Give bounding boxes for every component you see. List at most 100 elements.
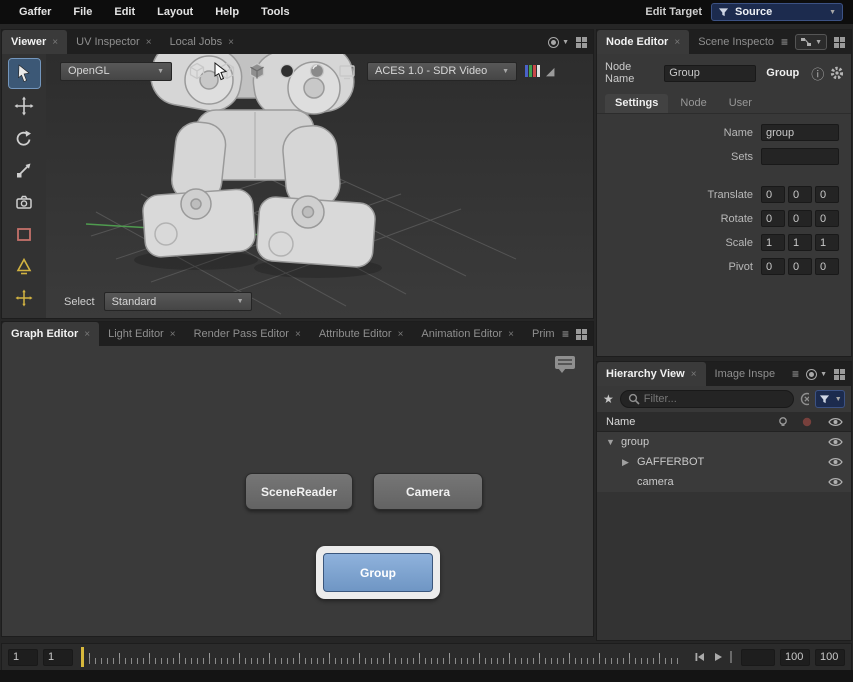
menu-edit[interactable]: Edit bbox=[103, 6, 146, 18]
translate-x-input[interactable] bbox=[761, 186, 785, 203]
hierarchy-row-camera[interactable]: camera bbox=[597, 472, 851, 492]
light-tool-button[interactable] bbox=[9, 251, 40, 280]
current-frame-input[interactable] bbox=[8, 649, 38, 666]
tab-image-inspector[interactable]: Image Inspe bbox=[706, 362, 785, 386]
translate-z-input[interactable] bbox=[815, 186, 839, 203]
pivot-y-input[interactable] bbox=[788, 258, 812, 275]
tab-node[interactable]: Node bbox=[670, 94, 716, 113]
tab-local-jobs[interactable]: Local Jobs × bbox=[161, 30, 243, 54]
editor-focus-dropdown[interactable]: ▼ bbox=[795, 34, 827, 50]
graph-canvas[interactable]: SceneReader Camera Group bbox=[2, 346, 593, 636]
eye-icon[interactable] bbox=[828, 457, 843, 467]
close-icon[interactable]: × bbox=[295, 329, 301, 340]
close-icon[interactable]: × bbox=[398, 329, 404, 340]
exclusions-icon[interactable] bbox=[801, 416, 813, 428]
menu-file[interactable]: File bbox=[62, 6, 103, 18]
viewer-settings-dropdown[interactable]: ▼ bbox=[548, 37, 569, 48]
hierarchy-row-group[interactable]: ▼ group bbox=[597, 432, 851, 452]
tab-light-editor[interactable]: Light Editor × bbox=[99, 322, 185, 346]
tab-list-menu-icon[interactable]: ≡ bbox=[792, 367, 799, 381]
shaded-sphere-button[interactable] bbox=[306, 61, 327, 81]
filter-funnel-dropdown[interactable]: ▼ bbox=[815, 390, 845, 408]
crop-window-tool-button[interactable] bbox=[9, 219, 40, 248]
translate-tool-button[interactable] bbox=[9, 91, 40, 120]
display-button[interactable] bbox=[336, 61, 357, 81]
end-frame-input[interactable] bbox=[815, 649, 845, 666]
pivot-x-input[interactable] bbox=[761, 258, 785, 275]
close-icon[interactable]: × bbox=[170, 329, 176, 340]
rotate-y-input[interactable] bbox=[788, 210, 812, 227]
expansion-cube-button[interactable] bbox=[186, 61, 207, 81]
panel-layout-icon[interactable] bbox=[576, 37, 587, 48]
info-icon[interactable]: ⓘ bbox=[811, 64, 824, 83]
node-group-selected[interactable]: Group bbox=[316, 546, 440, 599]
light-position-tool-button[interactable] bbox=[9, 283, 40, 312]
tab-uv-inspector[interactable]: UV Inspector × bbox=[67, 30, 160, 54]
sphere-button[interactable] bbox=[276, 61, 297, 81]
rotate-z-input[interactable] bbox=[815, 210, 839, 227]
close-icon[interactable]: × bbox=[674, 37, 680, 48]
tab-user[interactable]: User bbox=[719, 94, 762, 113]
bookmark-star-icon[interactable]: ★ bbox=[603, 392, 614, 406]
select-mode-dropdown[interactable]: Standard ▼ bbox=[104, 292, 252, 311]
close-icon[interactable]: × bbox=[84, 329, 90, 340]
tab-animation-editor[interactable]: Animation Editor × bbox=[412, 322, 523, 346]
play-button[interactable] bbox=[712, 651, 724, 663]
tab-list-menu-icon[interactable]: ≡ bbox=[781, 35, 788, 49]
close-icon[interactable]: × bbox=[508, 329, 514, 340]
rotate-x-input[interactable] bbox=[761, 210, 785, 227]
hierarchy-settings-dropdown[interactable]: ▼ bbox=[806, 369, 827, 380]
current-frame-marker[interactable] bbox=[81, 647, 84, 667]
translate-y-input[interactable] bbox=[788, 186, 812, 203]
renderer-dropdown[interactable]: OpenGL ▼ bbox=[60, 62, 172, 81]
filter-field[interactable] bbox=[620, 390, 794, 408]
viewport[interactable]: OpenGL ▼ bbox=[46, 54, 593, 318]
tab-graph-editor[interactable]: Graph Editor × bbox=[2, 322, 99, 346]
select-tool-button[interactable] bbox=[9, 59, 40, 88]
tab-scene-inspector[interactable]: Scene Inspecto bbox=[689, 30, 783, 54]
menu-tools[interactable]: Tools bbox=[250, 6, 301, 18]
range-end-input[interactable] bbox=[780, 649, 810, 666]
close-icon[interactable]: × bbox=[228, 37, 234, 48]
scale-tool-button[interactable] bbox=[9, 155, 40, 184]
pivot-z-input[interactable] bbox=[815, 258, 839, 275]
sets-input[interactable] bbox=[761, 148, 839, 165]
menu-gaffer[interactable]: Gaffer bbox=[8, 6, 62, 18]
eye-icon[interactable] bbox=[828, 477, 843, 487]
node-camera[interactable]: Camera bbox=[373, 473, 483, 510]
range-start-input[interactable] bbox=[43, 649, 73, 666]
frame-increment-input[interactable] bbox=[741, 649, 775, 666]
eye-icon[interactable] bbox=[828, 437, 843, 447]
name-input[interactable] bbox=[761, 124, 839, 141]
hierarchy-row-gafferbot[interactable]: ▶ GAFFERBOT bbox=[597, 452, 851, 472]
skip-to-start-button[interactable] bbox=[694, 651, 706, 663]
panel-layout-icon[interactable] bbox=[576, 329, 587, 340]
node-scenereader[interactable]: SceneReader bbox=[245, 473, 353, 510]
scale-x-input[interactable] bbox=[761, 234, 785, 251]
tab-hierarchy-view[interactable]: Hierarchy View × bbox=[597, 362, 706, 386]
clear-filter-icon[interactable] bbox=[800, 392, 810, 406]
frame-ruler[interactable] bbox=[81, 647, 682, 667]
display-transform-dropdown[interactable]: ACES 1.0 - SDR Video ▼ bbox=[367, 62, 517, 81]
tab-viewer[interactable]: Viewer × bbox=[2, 30, 67, 54]
tab-render-pass-editor[interactable]: Render Pass Editor × bbox=[185, 322, 310, 346]
filter-input[interactable] bbox=[644, 393, 786, 405]
name-column-header[interactable]: Name bbox=[606, 416, 771, 428]
panel-layout-icon[interactable] bbox=[834, 369, 845, 380]
corner-triangle-icon[interactable]: ◢ bbox=[546, 65, 554, 78]
menu-help[interactable]: Help bbox=[204, 6, 250, 18]
annotation-icon[interactable] bbox=[555, 356, 575, 369]
tab-settings[interactable]: Settings bbox=[605, 94, 668, 113]
camera-tool-button[interactable] bbox=[9, 187, 40, 216]
solid-cube-button[interactable] bbox=[246, 61, 267, 81]
close-icon[interactable]: × bbox=[52, 37, 58, 48]
close-icon[interactable]: × bbox=[691, 369, 697, 380]
tab-list-menu-icon[interactable]: ≡ bbox=[562, 327, 569, 341]
tab-attribute-editor[interactable]: Attribute Editor × bbox=[310, 322, 413, 346]
gear-icon[interactable] bbox=[830, 66, 843, 80]
node-name-input[interactable] bbox=[664, 65, 756, 82]
color-bars-icon[interactable] bbox=[525, 65, 540, 77]
panel-layout-icon[interactable] bbox=[834, 37, 845, 48]
expander-open-icon[interactable]: ▼ bbox=[606, 437, 621, 447]
expander-closed-icon[interactable]: ▶ bbox=[622, 457, 637, 468]
